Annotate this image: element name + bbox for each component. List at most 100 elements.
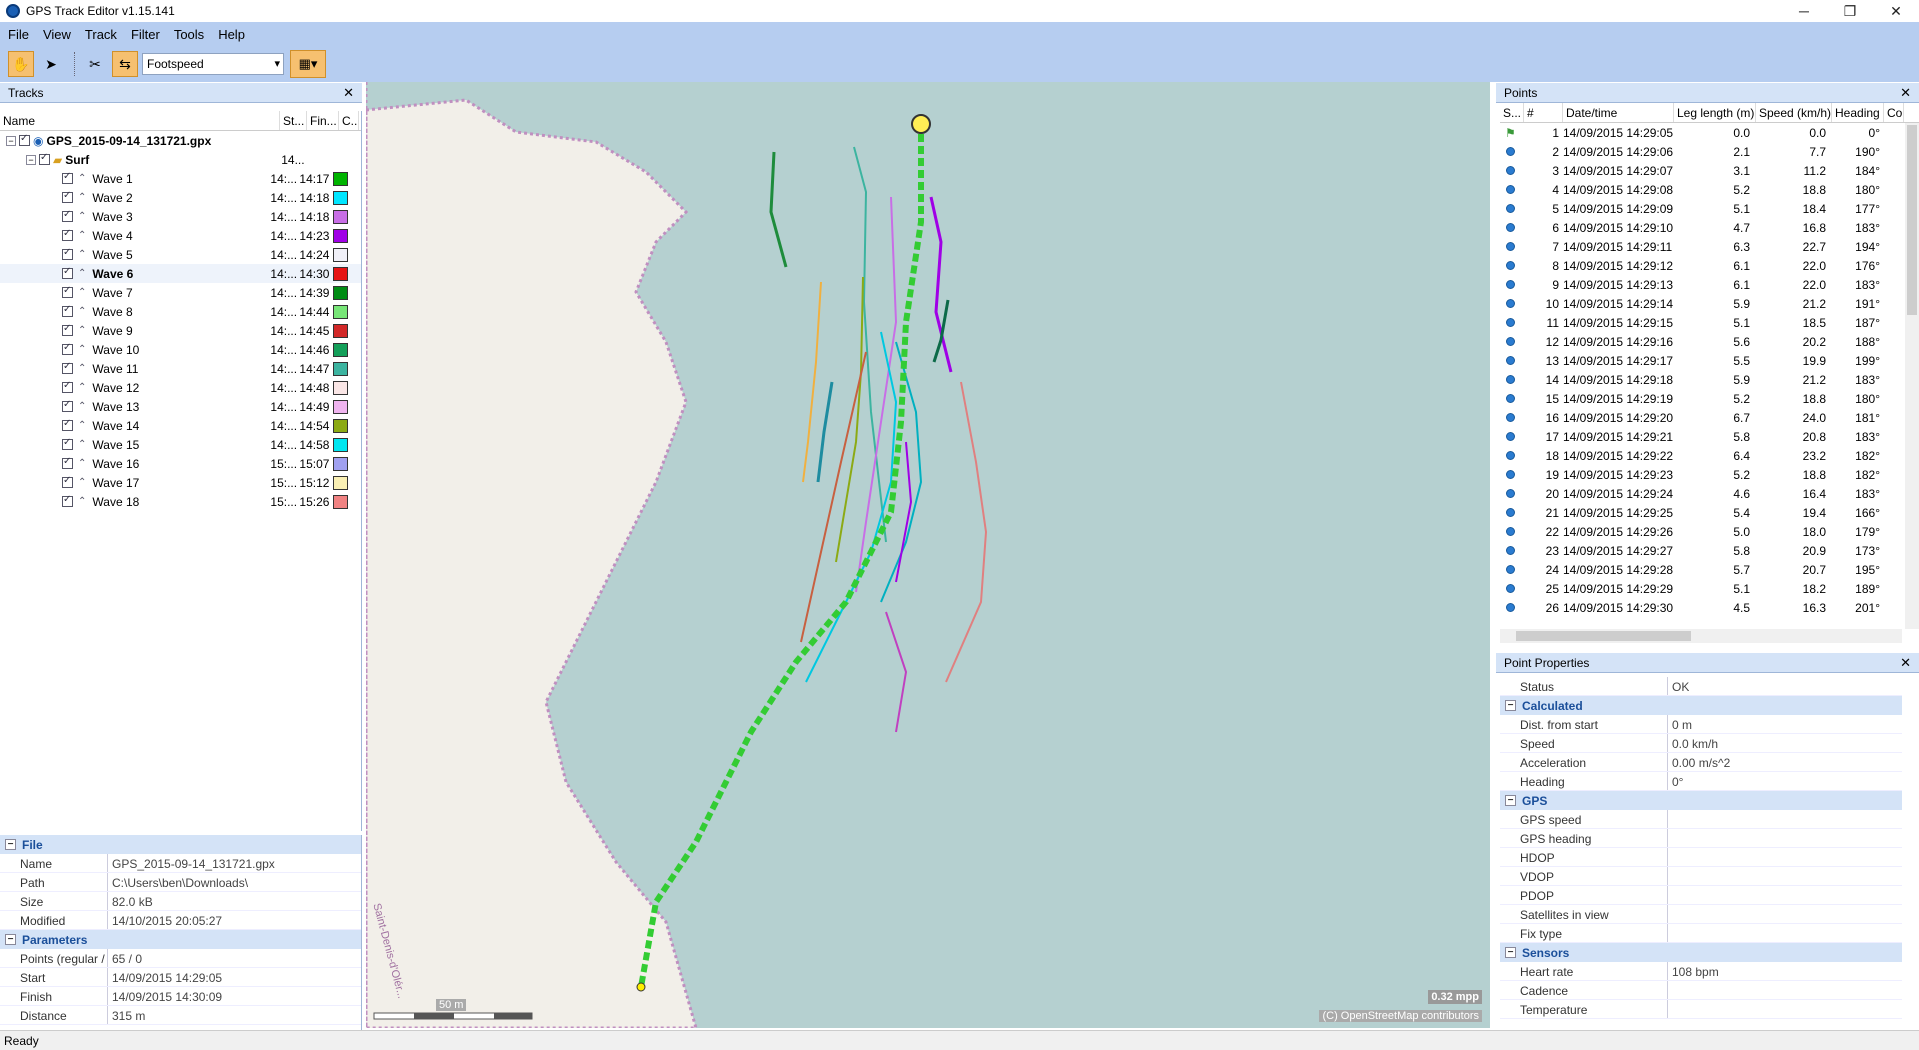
- map-canvas[interactable]: [366, 82, 1490, 1028]
- wave-checkbox[interactable]: [62, 190, 73, 203]
- close-icon[interactable]: ✕: [1900, 655, 1911, 671]
- wave-row[interactable]: ⌃ Wave 15 14:...14:58: [0, 435, 361, 454]
- scrollbar-thumb[interactable]: [1516, 631, 1691, 641]
- point-row[interactable]: 24 14/09/2015 14:29:28 5.7 20.7 195°: [1500, 560, 1919, 579]
- wave-checkbox[interactable]: [62, 171, 73, 184]
- calculated-section[interactable]: − Calculated: [1500, 696, 1902, 715]
- wave-checkbox[interactable]: [62, 323, 73, 336]
- prop-row[interactable]: Start 14/09/2015 14:29:05: [0, 968, 361, 987]
- track-line[interactable]: [835, 276, 864, 563]
- wave-checkbox[interactable]: [62, 285, 73, 298]
- prop-row[interactable]: Finish 14/09/2015 14:30:09: [0, 987, 361, 1006]
- menu-file[interactable]: File: [8, 27, 29, 42]
- point-row[interactable]: 16 14/09/2015 14:29:20 6.7 24.0 181°: [1500, 408, 1919, 427]
- wave-color-swatch[interactable]: [333, 399, 349, 414]
- prop-row[interactable]: Points (regular / filt 65 / 0: [0, 949, 361, 968]
- prop-row[interactable]: Acceleration 0.00 m/s^2: [1500, 753, 1902, 772]
- col-start[interactable]: St...: [280, 111, 307, 130]
- scrollbar-thumb[interactable]: [1907, 125, 1917, 315]
- prop-row[interactable]: Temperature: [1500, 1000, 1902, 1019]
- point-row[interactable]: 17 14/09/2015 14:29:21 5.8 20.8 183°: [1500, 427, 1919, 446]
- wave-row[interactable]: ⌃ Wave 11 14:...14:47: [0, 359, 361, 378]
- wave-checkbox[interactable]: [62, 380, 73, 393]
- minimize-icon[interactable]: ─: [1781, 0, 1827, 22]
- prop-row[interactable]: VDOP: [1500, 867, 1902, 886]
- close-window-icon[interactable]: ✕: [1873, 0, 1919, 22]
- track-line[interactable]: [802, 281, 822, 483]
- wave-checkbox[interactable]: [62, 247, 73, 260]
- point-row[interactable]: 14 14/09/2015 14:29:18 5.9 21.2 183°: [1500, 370, 1919, 389]
- wave-color-swatch[interactable]: [333, 342, 349, 357]
- prop-row[interactable]: Name GPS_2015-09-14_131721.gpx: [0, 854, 361, 873]
- points-vscrollbar[interactable]: [1905, 123, 1919, 629]
- col-color[interactable]: C...: [339, 111, 359, 130]
- prop-row[interactable]: Heart rate 108 bpm: [1500, 962, 1902, 981]
- split-button[interactable]: ✂: [82, 51, 108, 77]
- close-icon[interactable]: ✕: [1900, 85, 1911, 101]
- wave-color-swatch[interactable]: [333, 475, 349, 490]
- wave-row[interactable]: ⌃ Wave 16 15:...15:07: [0, 454, 361, 473]
- prop-row-status[interactable]: Status OK: [1500, 677, 1902, 696]
- map-view[interactable]: 50 m Saint-Denis-d'Olér... 0.32 mpp (C) …: [366, 82, 1490, 1028]
- point-row[interactable]: 2 14/09/2015 14:29:06 2.1 7.7 190°: [1500, 142, 1919, 161]
- prop-row[interactable]: Heading 0°: [1500, 772, 1902, 791]
- prop-row[interactable]: Speed 0.0 km/h: [1500, 734, 1902, 753]
- wave-checkbox[interactable]: [62, 304, 73, 317]
- wave-row[interactable]: ⌃ Wave 8 14:...14:44: [0, 302, 361, 321]
- point-row[interactable]: 11 14/09/2015 14:29:15 5.1 18.5 187°: [1500, 313, 1919, 332]
- wave-color-swatch[interactable]: [333, 228, 349, 243]
- track-line[interactable]: [769, 151, 788, 268]
- collapse-icon[interactable]: −: [6, 135, 16, 146]
- col-heading[interactable]: Heading: [1832, 103, 1884, 122]
- points-hscrollbar[interactable]: [1500, 629, 1902, 643]
- map-layer-button[interactable]: ▦▾: [290, 50, 326, 78]
- file-checkbox[interactable]: [19, 133, 30, 146]
- menu-track[interactable]: Track: [85, 27, 117, 42]
- select-pointer-button[interactable]: ➤: [38, 51, 64, 77]
- wave-checkbox[interactable]: [62, 494, 73, 507]
- point-row[interactable]: 23 14/09/2015 14:29:27 5.8 20.9 173°: [1500, 541, 1919, 560]
- wave-color-swatch[interactable]: [333, 323, 349, 338]
- wave-checkbox[interactable]: [62, 342, 73, 355]
- point-row[interactable]: 18 14/09/2015 14:29:22 6.4 23.2 182°: [1500, 446, 1919, 465]
- col-speed[interactable]: Speed (km/h): [1756, 103, 1832, 122]
- prop-row[interactable]: Cadence: [1500, 981, 1902, 1000]
- wave-row[interactable]: ⌃ Wave 3 14:...14:18: [0, 207, 361, 226]
- track-line[interactable]: [800, 351, 867, 643]
- point-row[interactable]: 9 14/09/2015 14:29:13 6.1 22.0 183°: [1500, 275, 1919, 294]
- prop-row[interactable]: GPS heading: [1500, 829, 1902, 848]
- col-datetime[interactable]: Date/time: [1563, 103, 1674, 122]
- point-row[interactable]: 22 14/09/2015 14:29:26 5.0 18.0 179°: [1500, 522, 1919, 541]
- point-row[interactable]: 8 14/09/2015 14:29:12 6.1 22.0 176°: [1500, 256, 1919, 275]
- point-row[interactable]: 15 14/09/2015 14:29:19 5.2 18.8 180°: [1500, 389, 1919, 408]
- point-row[interactable]: 5 14/09/2015 14:29:09 5.1 18.4 177°: [1500, 199, 1919, 218]
- point-row[interactable]: 12 14/09/2015 14:29:16 5.6 20.2 188°: [1500, 332, 1919, 351]
- col-number[interactable]: #: [1524, 103, 1563, 122]
- track-line[interactable]: [885, 611, 908, 733]
- close-icon[interactable]: ✕: [343, 85, 354, 101]
- point-row[interactable]: 20 14/09/2015 14:29:24 4.6 16.4 183°: [1500, 484, 1919, 503]
- wave-color-swatch[interactable]: [333, 285, 349, 300]
- wave-color-swatch[interactable]: [333, 304, 349, 319]
- prop-row[interactable]: Path C:\Users\ben\Downloads\: [0, 873, 361, 892]
- file-section[interactable]: − File: [0, 835, 361, 854]
- wave-color-swatch[interactable]: [333, 190, 349, 205]
- track-line[interactable]: [929, 196, 953, 373]
- wave-row[interactable]: ⌃ Wave 12 14:...14:48: [0, 378, 361, 397]
- wave-row[interactable]: ⌃ Wave 7 14:...14:39: [0, 283, 361, 302]
- point-row[interactable]: 10 14/09/2015 14:29:14 5.9 21.2 191°: [1500, 294, 1919, 313]
- wave-color-swatch[interactable]: [333, 361, 349, 376]
- restore-icon[interactable]: ❐: [1827, 0, 1873, 22]
- wave-row[interactable]: ⌃ Wave 17 15:...15:12: [0, 473, 361, 492]
- prop-row[interactable]: Distance 315 m: [0, 1006, 361, 1025]
- col-finish[interactable]: Fin...: [307, 111, 339, 130]
- wave-checkbox[interactable]: [62, 437, 73, 450]
- wave-checkbox[interactable]: [62, 228, 73, 241]
- wave-color-swatch[interactable]: [333, 266, 349, 281]
- point-row[interactable]: 4 14/09/2015 14:29:08 5.2 18.8 180°: [1500, 180, 1919, 199]
- tree-group-node[interactable]: − ▰ Surf 14...: [0, 150, 361, 169]
- point-row[interactable]: 19 14/09/2015 14:29:23 5.2 18.8 182°: [1500, 465, 1919, 484]
- prop-row[interactable]: Satellites in view: [1500, 905, 1902, 924]
- wave-color-swatch[interactable]: [333, 418, 349, 433]
- menu-filter[interactable]: Filter: [131, 27, 160, 42]
